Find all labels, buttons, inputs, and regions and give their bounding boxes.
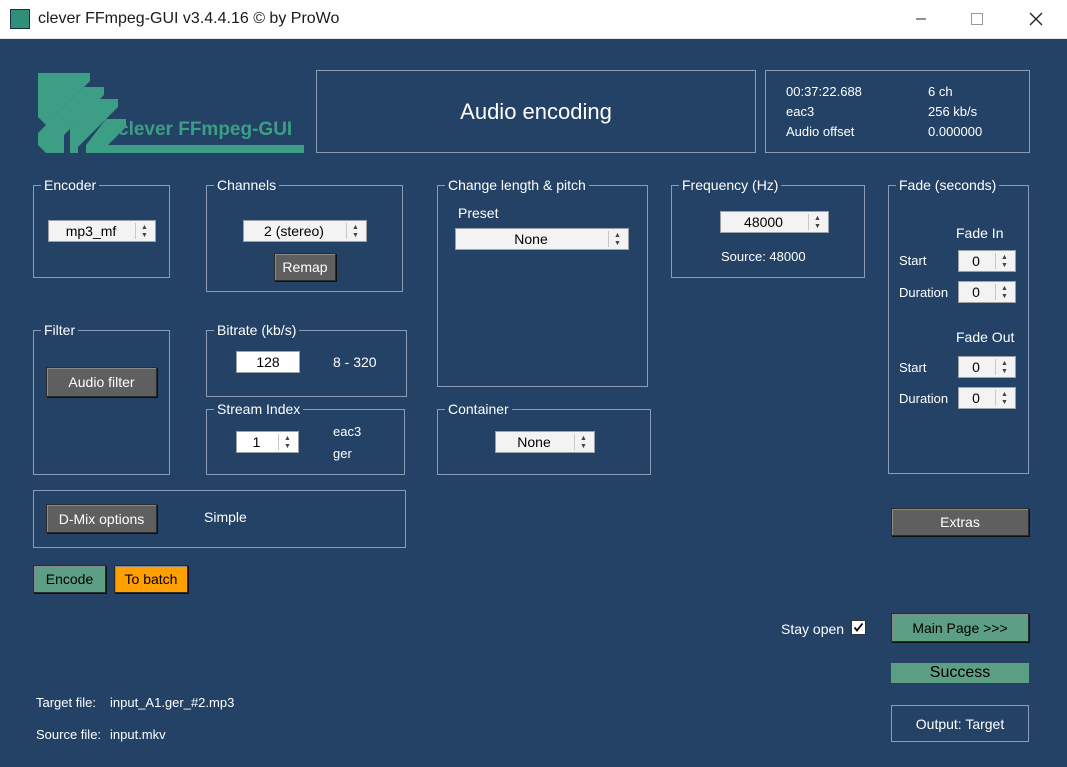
spin-arrows-icon[interactable]: ▲ ▼ (346, 223, 364, 239)
fade-group: Fade (seconds) Fade In Start 0 ▲ ▼ Durati… (888, 177, 1029, 474)
frequency-source: Source: 48000 (721, 249, 806, 264)
spin-arrows-icon[interactable]: ▲ ▼ (995, 284, 1013, 300)
codec-value: eac3 (786, 104, 815, 119)
preset-select[interactable]: None ▲ ▼ (455, 228, 629, 250)
fade-label: Fade (seconds) (896, 177, 1000, 193)
stream-codec: eac3 (333, 424, 362, 439)
channels-value: 2 (stereo) (264, 223, 324, 239)
frequency-value: 48000 (744, 214, 783, 230)
fade-in-duration-input[interactable]: 0 ▲ ▼ (958, 281, 1016, 303)
source-file-value: input.mkv (110, 727, 166, 742)
media-info-panel: 00:37:22.688 6 ch eac3 256 kb/s Audio of… (765, 70, 1030, 153)
change-length-group: Change length & pitch Preset None ▲ ▼ (437, 177, 648, 387)
spin-arrows-icon[interactable]: ▲ ▼ (135, 223, 153, 239)
spin-arrows-icon[interactable]: ▲ ▼ (995, 253, 1013, 269)
audio-offset-value: 0.000000 (928, 124, 983, 139)
spin-arrows-icon[interactable]: ▲ ▼ (808, 214, 826, 230)
logo-text: clever FFmpeg-GUI (118, 119, 293, 140)
spin-arrows-icon[interactable]: ▲ ▼ (995, 359, 1013, 375)
encode-button[interactable]: Encode (33, 565, 106, 593)
fade-out-label: Fade Out (956, 329, 1015, 345)
stay-open-checkbox[interactable] (851, 620, 866, 635)
bitrate-range: 8 - 320 (333, 354, 377, 370)
preset-value: None (514, 231, 548, 247)
fade-in-duration-value: 0 (972, 284, 980, 300)
fade-in-start-value: 0 (972, 253, 980, 269)
bitrate-value: 128 (256, 354, 280, 370)
fade-out-start-value: 0 (972, 359, 980, 375)
status-badge: Success (891, 663, 1029, 683)
fade-in-label: Fade In (956, 225, 1004, 241)
encoder-select[interactable]: mp3_mf ▲ ▼ (48, 220, 156, 242)
encoder-label: Encoder (41, 177, 100, 193)
extras-button[interactable]: Extras (891, 508, 1029, 536)
output-target-button[interactable]: Output: Target (891, 705, 1029, 742)
spin-arrows-icon[interactable]: ▲ ▼ (995, 390, 1013, 406)
target-file-label: Target file: (36, 695, 96, 710)
logo-mark-icon (38, 73, 304, 153)
bitrate-group: Bitrate (kb/s) 128 8 - 320 (206, 322, 407, 397)
minimize-icon[interactable] (898, 0, 944, 38)
fade-in-start-input[interactable]: 0 ▲ ▼ (958, 250, 1016, 272)
close-icon[interactable] (1013, 0, 1059, 38)
spin-arrows-icon[interactable]: ▲ ▼ (608, 231, 626, 247)
container-select[interactable]: None ▲ ▼ (495, 431, 595, 453)
dmix-mode: Simple (204, 509, 247, 525)
container-group: Container None ▲ ▼ (437, 401, 651, 475)
change-length-label: Change length & pitch (445, 177, 589, 193)
to-batch-button[interactable]: To batch (114, 565, 188, 593)
channels-select[interactable]: 2 (stereo) ▲ ▼ (243, 220, 367, 242)
main-page-button[interactable]: Main Page >>> (891, 613, 1029, 642)
stream-language: ger (333, 446, 352, 461)
container-label: Container (445, 401, 512, 417)
duration-value: 00:37:22.688 (786, 84, 862, 99)
source-file-label: Source file: (36, 727, 102, 742)
fade-out-duration-value: 0 (972, 390, 980, 406)
fade-out-start-input[interactable]: 0 ▲ ▼ (958, 356, 1016, 378)
maximize-icon[interactable] (954, 0, 1000, 38)
target-file-value: input_A1.ger_#2.mp3 (110, 695, 235, 710)
fade-in-start-label: Start (899, 253, 927, 268)
window-title: clever FFmpeg-GUI v3.4.4.16 © by ProWo (38, 10, 340, 27)
dmix-group: D-Mix options Simple (33, 490, 406, 548)
frequency-label: Frequency (Hz) (679, 177, 782, 193)
page-title: Audio encoding (460, 99, 612, 124)
container-value: None (517, 434, 551, 450)
stream-index-value: 1 (252, 434, 261, 450)
logo: clever FFmpeg-GUI (34, 69, 306, 155)
remap-button[interactable]: Remap (274, 253, 336, 281)
audio-filter-button[interactable]: Audio filter (46, 367, 157, 397)
bitrate-info: 256 kb/s (928, 104, 978, 119)
fade-out-start-label: Start (899, 360, 927, 375)
preset-label: Preset (458, 205, 499, 221)
output-target-label: Output: Target (915, 715, 1005, 732)
header-panel: Audio encoding (316, 70, 756, 153)
fade-out-duration-label: Duration (899, 391, 949, 406)
channels-count: 6 ch (928, 84, 953, 99)
stream-index-group: Stream Index 1 ▲ ▼ eac3 ger (206, 401, 405, 475)
stream-index-label: Stream Index (214, 401, 304, 417)
stay-open-label: Stay open (781, 621, 845, 637)
frequency-group: Frequency (Hz) 48000 ▲ ▼ Source: 48000 (671, 177, 865, 278)
fade-in-duration-label: Duration (899, 285, 949, 300)
app-icon (10, 9, 30, 29)
dmix-options-button[interactable]: D-Mix options (46, 504, 157, 533)
encoder-group: Encoder mp3_mf ▲ ▼ (33, 177, 170, 278)
frequency-select[interactable]: 48000 ▲ ▼ (720, 211, 829, 233)
filter-label: Filter (41, 322, 79, 338)
encoder-value: mp3_mf (65, 223, 117, 239)
filter-group: Filter Audio filter (33, 322, 170, 475)
spin-arrows-icon[interactable]: ▲ ▼ (574, 434, 592, 450)
stream-index-select[interactable]: 1 ▲ ▼ (236, 431, 299, 453)
channels-label: Channels (214, 177, 280, 193)
bitrate-input[interactable]: 128 (236, 351, 300, 373)
spin-arrows-icon[interactable]: ▲ ▼ (278, 434, 296, 450)
fade-out-duration-input[interactable]: 0 ▲ ▼ (958, 387, 1016, 409)
audio-offset-label: Audio offset (786, 124, 855, 139)
checkmark-icon (853, 622, 864, 632)
bitrate-label: Bitrate (kb/s) (214, 322, 300, 338)
channels-group: Channels 2 (stereo) ▲ ▼ Remap (206, 177, 403, 292)
main-window: clever FFmpeg-GUI Audio encoding 00:37:2… (0, 39, 1067, 767)
title-bar: clever FFmpeg-GUI v3.4.4.16 © by ProWo (0, 0, 1067, 39)
